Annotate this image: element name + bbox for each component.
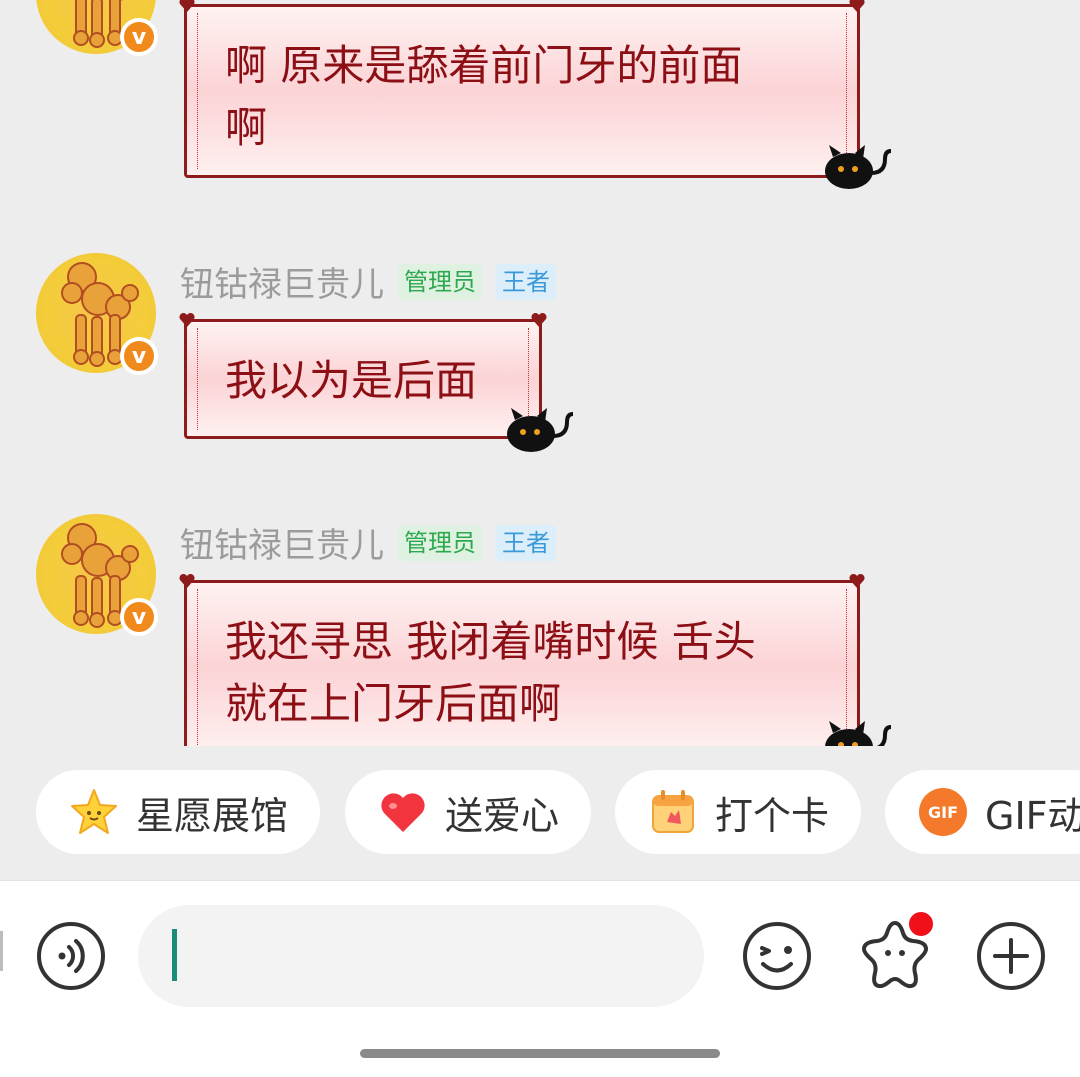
edge-handle bbox=[0, 931, 3, 971]
avatar[interactable]: v bbox=[36, 253, 158, 375]
quick-action-send-heart[interactable]: 送爱心 bbox=[345, 770, 591, 854]
avatar[interactable]: v bbox=[36, 0, 158, 56]
rank-badge: 王者 bbox=[496, 263, 556, 300]
sender-line: 钮钴禄巨贵儿 管理员 王者 bbox=[180, 518, 556, 567]
message-text-line: 啊 原来是舔着前门牙的前面 bbox=[225, 41, 743, 90]
notification-dot bbox=[906, 909, 936, 939]
quick-action-label: 打个卡 bbox=[715, 793, 830, 838]
quick-action-star-gallery[interactable]: 星愿展馆 bbox=[36, 770, 320, 854]
rank-badge: 王者 bbox=[496, 524, 556, 561]
message-text-line: 就在上门牙后面啊 bbox=[225, 679, 562, 728]
message-text-line: 我还寻思 我闭着嘴时候 舌头 bbox=[225, 617, 756, 666]
quick-action-bar[interactable]: 星愿展馆 送爱心 打个卡 GIF GIF动 bbox=[0, 746, 1080, 880]
message-text-line: 啊 bbox=[225, 103, 268, 152]
star-icon bbox=[68, 786, 120, 838]
heart-decoration-icon bbox=[179, 573, 195, 588]
verified-badge-icon: v bbox=[120, 598, 158, 636]
message-bubble[interactable]: 我以为是后面 bbox=[179, 312, 574, 452]
verified-badge-icon: v bbox=[120, 337, 158, 375]
black-cat-decoration-icon bbox=[825, 721, 892, 746]
voice-input-icon[interactable] bbox=[36, 921, 106, 991]
emoji-icon[interactable] bbox=[742, 921, 812, 991]
sender-name[interactable]: 钮钴禄巨贵儿 bbox=[180, 257, 384, 306]
heart-decoration-icon bbox=[849, 573, 865, 588]
gif-icon: GIF bbox=[917, 786, 969, 838]
admin-badge: 管理员 bbox=[398, 263, 482, 300]
black-cat-decoration-icon bbox=[507, 408, 574, 452]
message-input[interactable] bbox=[138, 905, 704, 1007]
message-text-line: 我以为是后面 bbox=[225, 356, 478, 405]
heart-icon bbox=[377, 786, 429, 838]
black-cat-decoration-icon bbox=[825, 145, 892, 189]
sender-name[interactable]: 钮钴禄巨贵儿 bbox=[180, 518, 384, 567]
sender-line: 钮钴禄巨贵儿 管理员 王者 bbox=[180, 257, 556, 306]
heart-decoration-icon bbox=[531, 312, 547, 327]
admin-badge: 管理员 bbox=[398, 524, 482, 561]
quick-action-label: 星愿展馆 bbox=[136, 793, 289, 838]
message-bubble[interactable]: 我还寻思 我闭着嘴时候 舌头 就在上门牙后面啊 bbox=[179, 573, 892, 746]
quick-action-label: GIF动 bbox=[985, 793, 1080, 838]
plus-icon[interactable] bbox=[976, 921, 1046, 991]
calendar-checkin-icon bbox=[647, 786, 699, 838]
chat-message-list[interactable]: v 啊 原来是舔着前门牙的前面 啊 v 钮钴禄巨贵儿 管理员 王者 我以为是后面… bbox=[0, 0, 1080, 746]
quick-action-check-in[interactable]: 打个卡 bbox=[615, 770, 861, 854]
message-input-bar bbox=[0, 880, 1080, 1077]
heart-decoration-icon bbox=[179, 312, 195, 327]
avatar[interactable]: v bbox=[36, 514, 158, 636]
text-cursor bbox=[172, 929, 177, 981]
quick-action-label: 送爱心 bbox=[445, 793, 560, 838]
heart-decoration-icon bbox=[849, 0, 865, 12]
quick-action-gif[interactable]: GIF GIF动 bbox=[885, 770, 1080, 854]
heart-decoration-icon bbox=[179, 0, 195, 12]
svg-text:GIF: GIF bbox=[928, 803, 958, 822]
verified-badge-icon: v bbox=[120, 18, 158, 56]
home-indicator[interactable] bbox=[360, 1049, 720, 1058]
message-bubble[interactable]: 啊 原来是舔着前门牙的前面 啊 bbox=[179, 0, 892, 189]
